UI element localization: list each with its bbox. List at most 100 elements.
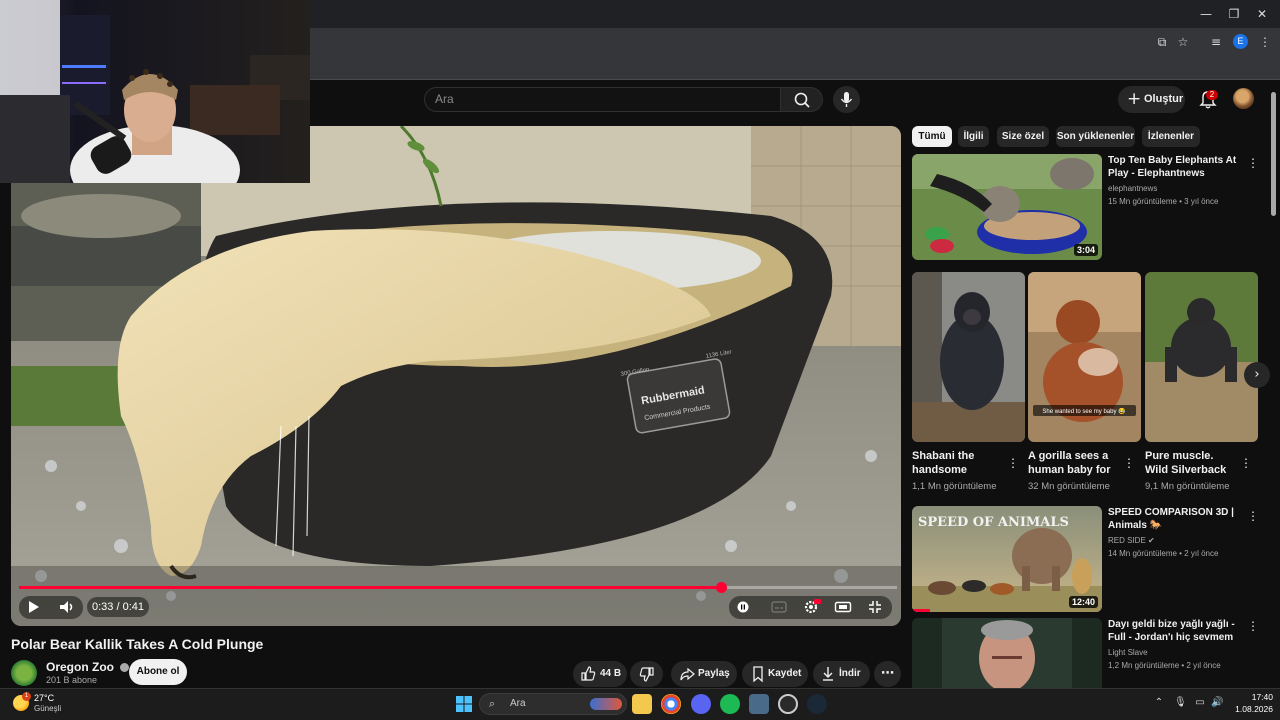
- more-horizontal-icon: ⋯: [881, 666, 894, 681]
- volume-button[interactable]: [56, 596, 78, 618]
- clock-date[interactable]: 1.08.2026: [1228, 704, 1273, 714]
- chip-watched[interactable]: İzlenenler: [1142, 126, 1200, 147]
- clock-time[interactable]: 17:40: [1241, 692, 1273, 702]
- thumbs-up-icon: [581, 666, 596, 681]
- browser-profile-avatar[interactable]: E: [1233, 34, 1248, 49]
- obs-icon[interactable]: [778, 694, 798, 714]
- save-label: Kaydet: [768, 668, 802, 679]
- dislike-button[interactable]: [630, 661, 663, 687]
- search-button[interactable]: [781, 87, 823, 112]
- plus-icon: +: [1127, 89, 1142, 109]
- subtitles-button[interactable]: [768, 596, 790, 618]
- search-input[interactable]: Ara: [424, 87, 781, 112]
- recommendation-thumbnail[interactable]: SPEED OF ANIMALS 12:40: [912, 506, 1102, 612]
- channel-avatar[interactable]: [11, 660, 37, 686]
- short-title[interactable]: Shabani the handsome gorill...: [912, 449, 1002, 477]
- speaker-icon[interactable]: 🔊: [1211, 697, 1223, 709]
- browser-menu-icon[interactable]: ⋮: [1257, 34, 1273, 50]
- recommendation-title[interactable]: SPEED COMPARISON 3D | Animals 🐎: [1108, 506, 1244, 532]
- recommendation-title[interactable]: Top Ten Baby Elephants At Play - Elephan…: [1108, 154, 1244, 180]
- chip-for-you[interactable]: Size özel: [997, 126, 1049, 147]
- time-display: 0:33 / 0:41: [87, 597, 149, 617]
- volume-icon: [60, 601, 73, 613]
- taskbar-search-placeholder: Ara: [510, 698, 526, 709]
- channel-name[interactable]: Oregon Zoo: [46, 660, 130, 674]
- share-label: Paylaş: [698, 668, 730, 679]
- more-vertical-icon[interactable]: ⋮: [1247, 508, 1259, 524]
- file-explorer-icon[interactable]: [632, 694, 652, 714]
- discord-icon[interactable]: [691, 694, 711, 714]
- microphone-icon[interactable]: 🎙: [1174, 697, 1187, 709]
- start-button[interactable]: [454, 694, 474, 714]
- spotify-icon[interactable]: [720, 694, 740, 714]
- short-thumbnail[interactable]: [1145, 272, 1258, 442]
- recommendation-channel[interactable]: RED SIDE ✔: [1108, 536, 1155, 545]
- more-vertical-icon[interactable]: ⋮: [1247, 618, 1259, 634]
- app-icon[interactable]: [749, 694, 769, 714]
- save-button[interactable]: Kaydet: [742, 661, 808, 687]
- short-thumbnail[interactable]: [912, 272, 1025, 442]
- subscribe-button[interactable]: Abone ol: [129, 659, 187, 685]
- theater-mode-icon: [834, 601, 852, 613]
- voice-search-button[interactable]: [833, 86, 860, 113]
- more-vertical-icon[interactable]: ⋮: [1123, 455, 1135, 471]
- close-window-button[interactable]: ✕: [1253, 6, 1271, 22]
- minimize-button[interactable]: —: [1197, 6, 1215, 22]
- taskbar-search[interactable]: ⌕ Ara: [479, 693, 627, 715]
- subscriber-count: 201 B abone: [46, 675, 98, 685]
- chip-recent-uploads[interactable]: Son yüklenenler: [1056, 126, 1135, 147]
- video-player[interactable]: Rubbermaid Commercial Products 300 Gallo…: [11, 126, 901, 626]
- reading-list-icon[interactable]: ≡: [1208, 34, 1224, 50]
- short-title[interactable]: Pure muscle. Wild Silverback gorilla...: [1145, 449, 1235, 477]
- recommendation-channel[interactable]: Light Slave: [1108, 648, 1148, 657]
- play-button[interactable]: [22, 596, 44, 618]
- more-actions-button[interactable]: ⋯: [874, 661, 901, 687]
- share-button[interactable]: Paylaş: [671, 661, 737, 687]
- short-title-text: Shabani the handsome gorill...: [912, 450, 975, 476]
- recommendation-thumbnail[interactable]: [912, 618, 1102, 688]
- more-vertical-icon[interactable]: ⋮: [1240, 455, 1252, 471]
- theater-mode-button[interactable]: [832, 596, 854, 618]
- fullscreen-button[interactable]: [864, 596, 886, 618]
- chevron-up-icon[interactable]: ⌃: [1153, 697, 1165, 709]
- recommendation-title[interactable]: Dayı geldi bize yağlı yağlı - Full - Jor…: [1108, 618, 1244, 644]
- gorilla-thumbnail-image: [912, 272, 1025, 442]
- chrome-icon[interactable]: [661, 694, 681, 714]
- streamer-webcam-image: [0, 0, 310, 183]
- settings-button[interactable]: [800, 596, 822, 618]
- notification-count-badge: 2: [1206, 90, 1218, 100]
- short-views: 32 Mn görüntüleme: [1028, 481, 1110, 492]
- install-app-icon[interactable]: ⧉: [1154, 34, 1170, 50]
- like-button[interactable]: 44 B: [573, 661, 627, 687]
- video-progress-fill: [19, 586, 722, 589]
- weather-temperature[interactable]: 27°C: [34, 693, 54, 703]
- pause-toggle-button[interactable]: [733, 596, 753, 618]
- gear-icon: [804, 599, 821, 614]
- account-avatar[interactable]: [1233, 88, 1254, 109]
- short-caption: She wanted to see my baby 😂: [1042, 407, 1126, 415]
- download-button[interactable]: İndir: [813, 661, 870, 687]
- chip-related[interactable]: İlgili: [958, 126, 989, 147]
- more-vertical-icon[interactable]: ⋮: [1247, 155, 1259, 171]
- man-portrait-thumbnail-image: [912, 618, 1102, 688]
- short-thumbnail[interactable]: She wanted to see my baby 😂: [1028, 272, 1141, 442]
- shorts-next-button[interactable]: ›: [1244, 362, 1270, 388]
- share-icon: [680, 667, 695, 681]
- weather-description: Güneşli: [34, 704, 62, 713]
- recommendation-thumbnail[interactable]: 3:04: [912, 154, 1102, 260]
- recommendation-channel[interactable]: elephantnews: [1108, 184, 1157, 193]
- bookmark-star-icon[interactable]: ☆: [1175, 34, 1191, 50]
- maximize-button[interactable]: ❐: [1225, 6, 1243, 22]
- create-button[interactable]: + Oluştur: [1118, 86, 1185, 113]
- video-duration: 12:40: [1068, 596, 1098, 608]
- chevron-right-icon: ›: [1254, 367, 1260, 382]
- more-vertical-icon[interactable]: ⋮: [1007, 455, 1019, 471]
- subtitles-icon: [771, 601, 787, 613]
- download-icon: [823, 667, 833, 681]
- page-scrollbar[interactable]: [1271, 92, 1276, 216]
- short-title[interactable]: A gorilla sees a human baby for ...: [1028, 449, 1118, 477]
- network-icon[interactable]: ▭: [1194, 697, 1206, 709]
- autoplay-pause-icon: [737, 601, 749, 613]
- steam-icon[interactable]: [807, 694, 827, 714]
- chip-all[interactable]: Tümü: [912, 126, 952, 147]
